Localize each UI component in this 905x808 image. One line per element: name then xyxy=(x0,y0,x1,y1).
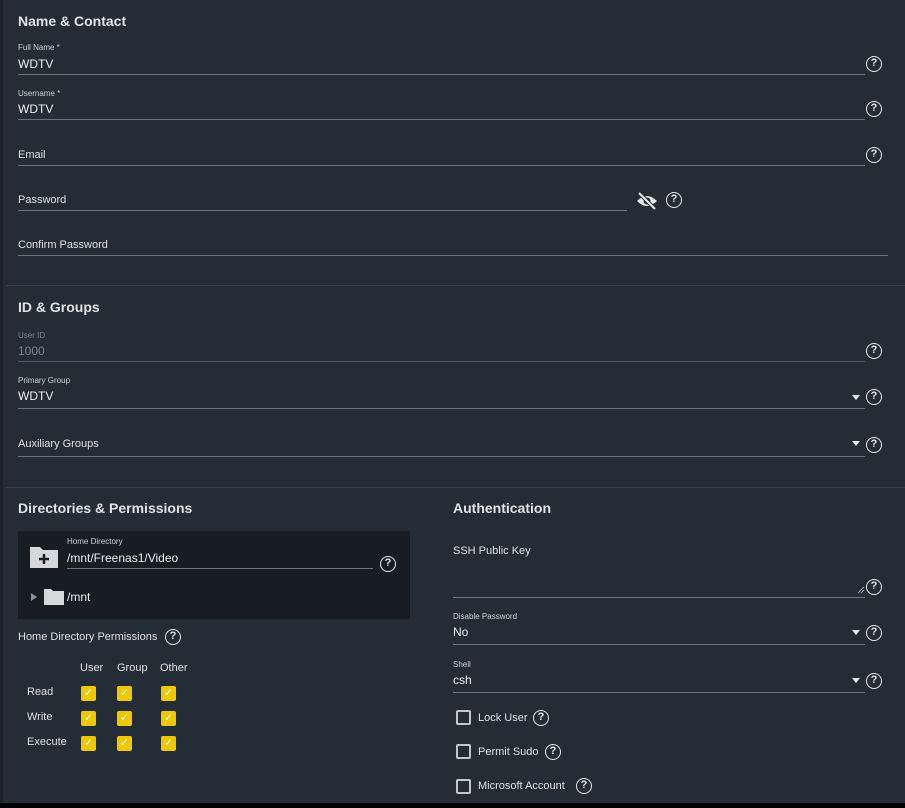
confirm-password-input[interactable]: Confirm Password xyxy=(18,239,108,251)
row-execute: Execute xyxy=(27,736,67,748)
email-underline xyxy=(18,165,865,166)
create-folder-icon[interactable] xyxy=(29,545,59,569)
execute-group-checkbox[interactable]: ✓ xyxy=(117,736,132,751)
email-input[interactable]: Email xyxy=(18,149,46,161)
help-icon[interactable]: ? xyxy=(576,778,592,794)
help-icon[interactable]: ? xyxy=(866,147,882,163)
disable-password-select[interactable]: No xyxy=(453,625,468,639)
username-input[interactable]: WDTV xyxy=(18,102,53,116)
resize-handle-icon[interactable] xyxy=(857,586,865,594)
help-icon[interactable]: ? xyxy=(866,673,882,689)
microsoft-account-checkbox[interactable] xyxy=(456,779,471,794)
read-group-checkbox[interactable]: ✓ xyxy=(117,686,132,701)
auxiliary-groups-select[interactable]: Auxiliary Groups xyxy=(18,438,99,450)
password-underline xyxy=(18,210,627,211)
write-user-checkbox[interactable]: ✓ xyxy=(81,711,96,726)
row-write: Write xyxy=(27,711,53,723)
chevron-down-icon[interactable] xyxy=(852,678,860,683)
tree-node-mnt[interactable]: /mnt xyxy=(67,590,90,604)
folder-icon xyxy=(44,589,64,605)
lock-user-label: Lock User xyxy=(478,712,528,724)
help-icon[interactable]: ? xyxy=(866,56,882,72)
row-read: Read xyxy=(27,686,54,698)
home-directory-explorer: Home Directory /mnt/Freenas1/Video ? /mn… xyxy=(18,531,410,619)
user-id-label: User ID xyxy=(18,331,46,340)
help-icon[interactable]: ? xyxy=(380,556,396,572)
chevron-down-icon[interactable] xyxy=(852,395,860,400)
read-user-checkbox[interactable]: ✓ xyxy=(81,686,96,701)
execute-other-checkbox[interactable]: ✓ xyxy=(161,736,176,751)
help-icon[interactable]: ? xyxy=(533,710,549,726)
user-id-input: 1000 xyxy=(18,344,45,358)
permit-sudo-checkbox[interactable] xyxy=(456,744,471,759)
full-name-input[interactable]: WDTV xyxy=(18,57,53,71)
execute-user-checkbox[interactable]: ✓ xyxy=(81,736,96,751)
shell-underline xyxy=(453,692,865,693)
home-directory-underline xyxy=(67,568,373,569)
read-other-checkbox[interactable]: ✓ xyxy=(161,686,176,701)
help-icon[interactable]: ? xyxy=(866,343,882,359)
write-group-checkbox[interactable]: ✓ xyxy=(117,711,132,726)
full-name-label: Full Name * xyxy=(18,43,60,52)
col-group: Group xyxy=(117,662,148,674)
col-other: Other xyxy=(160,662,188,674)
divider xyxy=(6,487,905,488)
help-icon[interactable]: ? xyxy=(165,629,181,645)
ssh-key-textarea[interactable]: SSH Public Key xyxy=(453,545,531,557)
password-input[interactable]: Password xyxy=(18,194,66,206)
help-icon[interactable]: ? xyxy=(866,579,882,595)
help-icon[interactable]: ? xyxy=(866,437,882,453)
section-title-directories: Directories & Permissions xyxy=(18,500,193,516)
primary-group-label: Primary Group xyxy=(18,376,71,385)
visibility-off-icon[interactable] xyxy=(635,191,659,211)
lock-user-checkbox[interactable] xyxy=(456,710,471,725)
auxiliary-groups-underline xyxy=(18,456,865,457)
primary-group-select[interactable]: WDTV xyxy=(18,389,53,403)
expand-arrow-icon[interactable] xyxy=(31,593,37,601)
divider xyxy=(6,285,905,286)
permit-sudo-label: Permit Sudo xyxy=(478,746,539,758)
home-directory-input[interactable]: /mnt/Freenas1/Video xyxy=(67,551,178,565)
help-icon[interactable]: ? xyxy=(666,192,682,208)
section-title-authentication: Authentication xyxy=(453,500,551,516)
section-title-name-contact: Name & Contact xyxy=(18,13,127,29)
ssh-key-underline xyxy=(453,597,865,598)
chevron-down-icon[interactable] xyxy=(852,441,860,446)
help-icon[interactable]: ? xyxy=(545,744,561,760)
chevron-down-icon[interactable] xyxy=(852,630,860,635)
permissions-label: Home Directory Permissions xyxy=(18,631,158,643)
primary-group-underline xyxy=(18,408,865,409)
home-directory-label: Home Directory xyxy=(67,537,123,546)
help-icon[interactable]: ? xyxy=(866,625,882,641)
help-icon[interactable]: ? xyxy=(866,101,882,117)
user-id-underline xyxy=(18,361,865,362)
write-other-checkbox[interactable]: ✓ xyxy=(161,711,176,726)
microsoft-account-label: Microsoft Account xyxy=(478,780,565,792)
confirm-password-underline xyxy=(18,255,888,256)
help-icon[interactable]: ? xyxy=(866,389,882,405)
user-form-panel: Name & Contact Full Name * WDTV ? Userna… xyxy=(0,0,905,803)
disable-password-underline xyxy=(453,644,865,645)
shell-label: Shell xyxy=(453,660,471,669)
shell-select[interactable]: csh xyxy=(453,673,472,687)
col-user: User xyxy=(80,662,104,674)
username-underline xyxy=(18,119,865,120)
full-name-underline xyxy=(18,74,865,75)
section-title-id-groups: ID & Groups xyxy=(18,299,100,315)
disable-password-label: Disable Password xyxy=(453,612,518,621)
username-label: Username * xyxy=(18,89,61,98)
